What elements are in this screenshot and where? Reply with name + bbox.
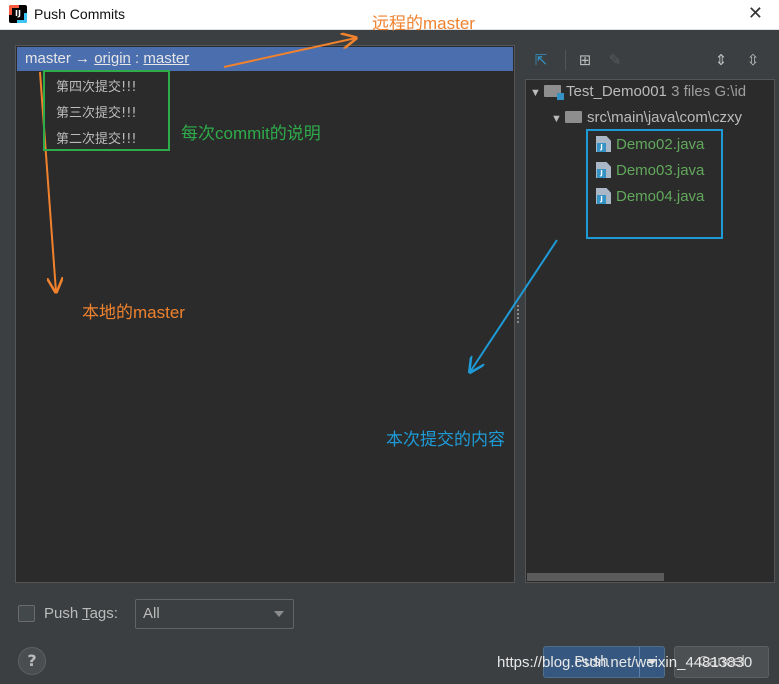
watermark: https://blog.csdn.net/weixin_44813830 <box>497 654 753 671</box>
annotation-commit-desc: 每次commit的说明 <box>181 124 321 143</box>
annotation-remote-master: 远程的master <box>372 14 475 33</box>
annotation-local-master: 本地的master <box>82 303 185 322</box>
files-highlight-box <box>586 129 723 239</box>
annotation-overlay <box>39 0 723 684</box>
arrow-local-master <box>39 71 56 292</box>
commit-highlight-box <box>43 70 170 151</box>
arrow-remote-master <box>223 38 356 68</box>
arrow-commit-content <box>470 239 558 372</box>
annotation-commit-content: 本次提交的内容 <box>386 430 505 449</box>
